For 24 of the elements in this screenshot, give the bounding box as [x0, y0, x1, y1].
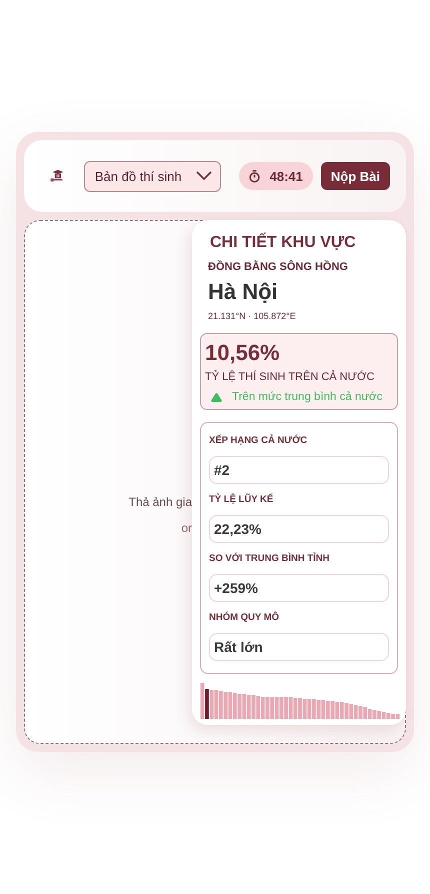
map-mode-dropdown[interactable]: Bản đồ thí sinh	[84, 160, 221, 192]
metric-label: SO VỚI TRUNG BÌNH TỈNH	[209, 553, 331, 564]
stopwatch-icon	[248, 170, 260, 182]
metric-value-field: Rất lớn	[209, 633, 389, 661]
region-label: ĐỒNG BẰNG SÔNG HỒNG	[208, 261, 348, 273]
metric-label: TỶ LỆ LŨY KẾ	[209, 494, 274, 505]
metric-value-field: +259%	[209, 574, 389, 602]
submit-button[interactable]: Nộp Bài	[320, 162, 390, 190]
trend-text: Trên mức trung bình cả nước	[232, 391, 382, 403]
stat-value: 10,56%	[205, 340, 280, 366]
metric-label: XẾP HẠNG CẢ NƯỚC	[209, 435, 308, 446]
panel-title: CHI TIẾT KHU VỰC	[210, 234, 356, 252]
triangle-up-icon	[211, 392, 222, 402]
drop-hint-text: Thả ảnh gia	[128, 495, 192, 509]
stat-label: TỶ LỆ THÍ SINH TRÊN CẢ NƯỚC	[205, 371, 374, 383]
drop-zone[interactable]	[24, 220, 406, 744]
drop-hint-text: or	[181, 521, 192, 535]
coordinates-text: 21.131°N · 105.872°E	[208, 311, 296, 321]
metric-value-field: #2	[209, 456, 389, 484]
metric-value-field: 22,23%	[209, 515, 389, 543]
chevron-down-icon	[196, 171, 212, 181]
metric-label: NHÓM QUY MÔ	[209, 612, 280, 623]
timer-value: 48:41	[270, 168, 303, 184]
province-name: Hà Nội	[208, 279, 278, 305]
